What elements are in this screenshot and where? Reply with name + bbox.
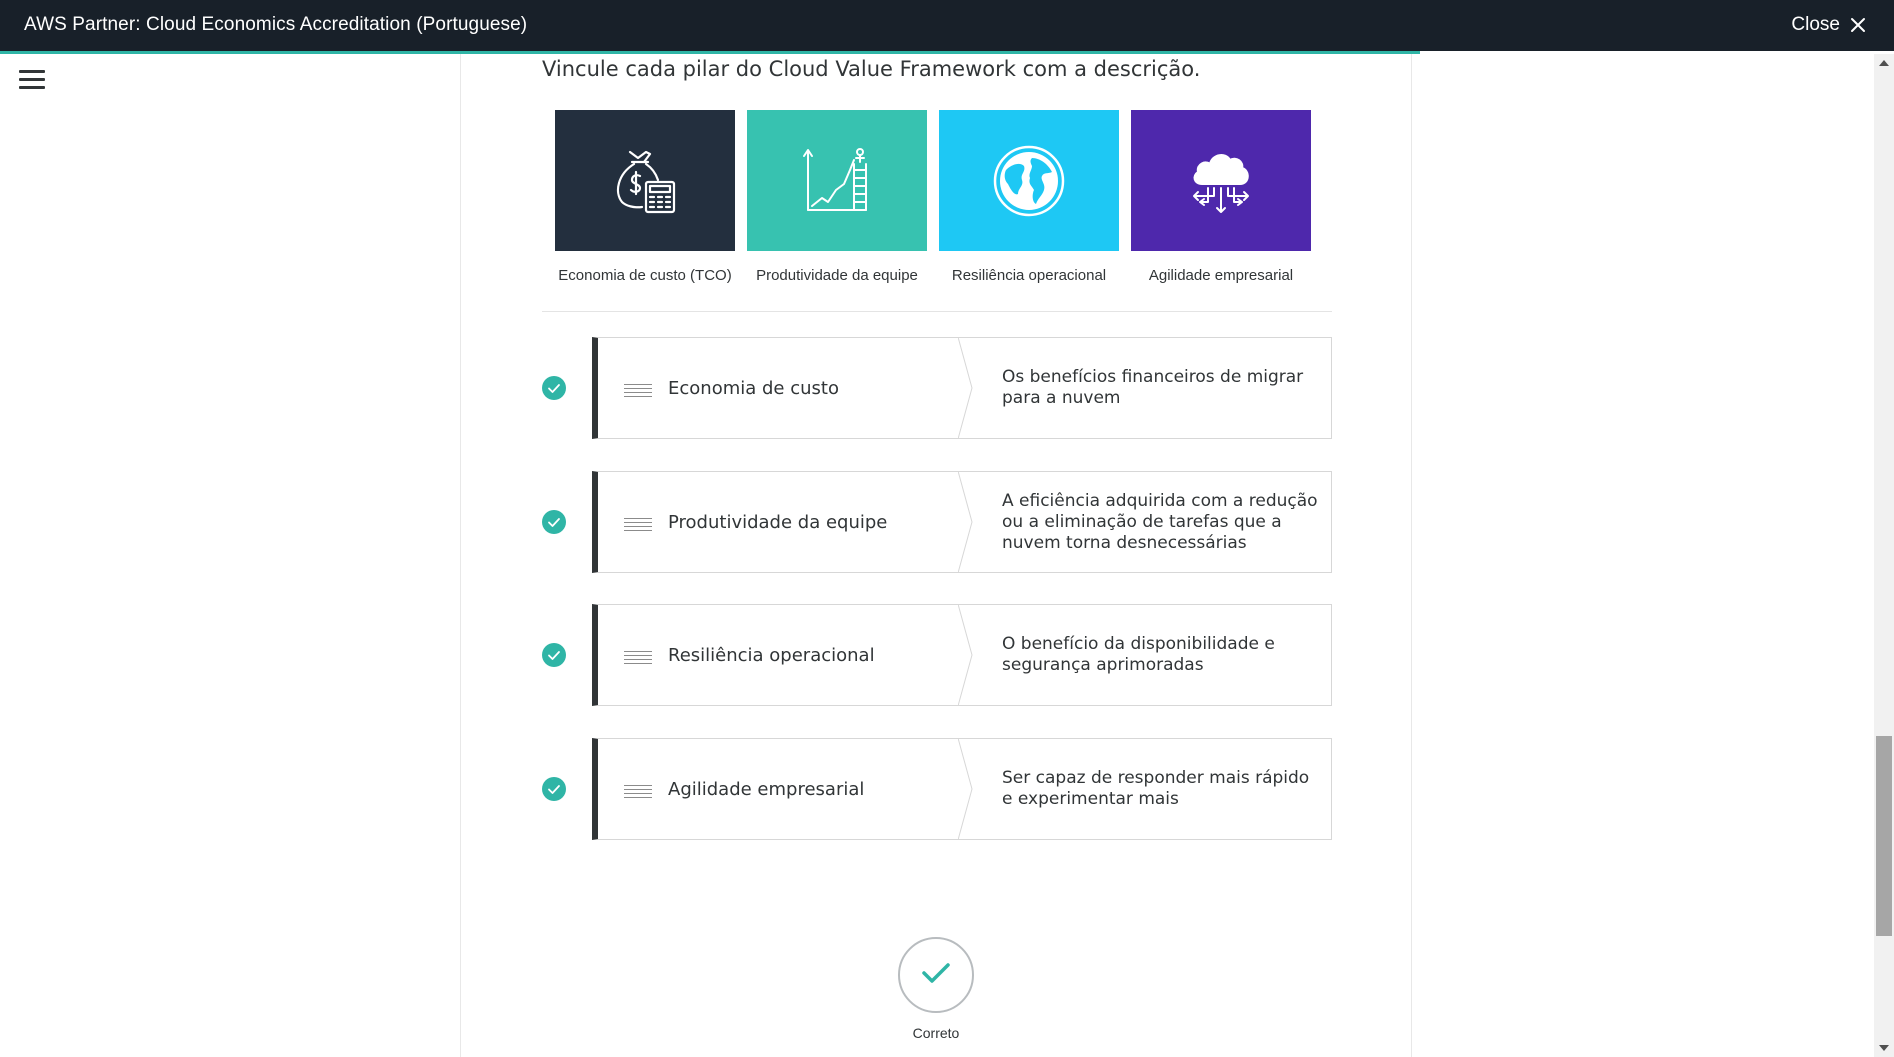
- result-indicator: Correto: [898, 937, 974, 1041]
- course-title: AWS Partner: Cloud Economics Accreditati…: [24, 14, 528, 35]
- scroll-down-icon[interactable]: [1879, 1045, 1889, 1051]
- pair-description-text: Ser capaz de responder mais rápido e exp…: [1002, 768, 1310, 809]
- pair-description: Os benefícios financeiros de migrar para…: [1002, 338, 1322, 438]
- pair-description-text: O benefício da disponibilidade e seguran…: [1002, 634, 1275, 675]
- matching-pair: Resiliência operacional O benefício da d…: [542, 604, 1332, 706]
- result-circle: [898, 937, 974, 1013]
- close-label: Close: [1791, 14, 1840, 35]
- separator-chevron: [958, 604, 973, 706]
- tile-cost-economy: Economia de custo (TCO): [555, 110, 735, 284]
- result-label: Correto: [912, 1025, 960, 1041]
- check-icon: [542, 376, 566, 400]
- pair-term: Resiliência operacional: [668, 645, 875, 666]
- money-bag-calculator-icon: [555, 110, 735, 251]
- pillar-tiles: Economia de custo (TCO) Produtividade da…: [555, 110, 1323, 284]
- scroll-up-icon[interactable]: [1879, 60, 1889, 66]
- matching-pair: Agilidade empresarial Ser capaz de respo…: [542, 738, 1332, 840]
- tile-caption: Agilidade empresarial: [1148, 267, 1294, 284]
- matching-row[interactable]: Economia de custo Os benefícios financei…: [592, 337, 1332, 439]
- check-icon: [542, 643, 566, 667]
- matching-row[interactable]: Agilidade empresarial Ser capaz de respo…: [592, 738, 1332, 840]
- lesson-card: Vincule cada pilar do Cloud Value Framew…: [460, 54, 1412, 1057]
- tile-caption: Economia de custo (TCO): [558, 267, 732, 284]
- pair-description: O benefício da disponibilidade e seguran…: [1002, 605, 1322, 705]
- drag-handle-icon[interactable]: [624, 785, 652, 801]
- cloud-network-icon: [1131, 110, 1311, 251]
- matching-pair: Produtividade da equipe A eficiência adq…: [542, 471, 1332, 573]
- pair-term: Agilidade empresarial: [668, 779, 865, 800]
- growth-chart-ladder-icon: [747, 110, 927, 251]
- tile-operational-resilience: Resiliência operacional: [939, 110, 1119, 284]
- divider: [542, 311, 1332, 312]
- close-button[interactable]: Close: [1791, 14, 1866, 36]
- scrollbar[interactable]: [1874, 54, 1894, 1057]
- separator-chevron: [958, 337, 973, 439]
- pair-description-text: A eficiência adquirida com a redução ou …: [1002, 490, 1318, 553]
- separator-chevron: [958, 471, 973, 573]
- drag-handle-icon[interactable]: [624, 651, 652, 667]
- pair-term: Produtividade da equipe: [668, 512, 888, 533]
- menu-icon[interactable]: [19, 70, 45, 90]
- matching-pair: Economia de custo Os benefícios financei…: [542, 337, 1332, 439]
- checkmark-icon: [921, 961, 951, 989]
- drag-handle-icon[interactable]: [624, 518, 652, 534]
- scrollbar-thumb[interactable]: [1876, 736, 1892, 936]
- pair-description: Ser capaz de responder mais rápido e exp…: [1002, 739, 1322, 839]
- question-text: Vincule cada pilar do Cloud Value Framew…: [542, 57, 1201, 81]
- pair-term: Economia de custo: [668, 378, 839, 399]
- check-icon: [542, 510, 566, 534]
- close-icon[interactable]: [1850, 17, 1866, 33]
- check-icon: [542, 777, 566, 801]
- pair-description-text: Os benefícios financeiros de migrar para…: [1002, 367, 1304, 408]
- matching-row[interactable]: Resiliência operacional O benefício da d…: [592, 604, 1332, 706]
- tile-team-productivity: Produtividade da equipe: [747, 110, 927, 284]
- pair-description: A eficiência adquirida com a redução ou …: [1002, 472, 1322, 572]
- top-bar: AWS Partner: Cloud Economics Accreditati…: [0, 0, 1894, 51]
- matching-row[interactable]: Produtividade da equipe A eficiência adq…: [592, 471, 1332, 573]
- drag-handle-icon[interactable]: [624, 384, 652, 400]
- tile-caption: Resiliência operacional: [951, 267, 1107, 284]
- separator-chevron: [958, 738, 973, 840]
- globe-icon: [939, 110, 1119, 251]
- tile-caption: Produtividade da equipe: [756, 267, 918, 284]
- tile-business-agility: Agilidade empresarial: [1131, 110, 1311, 284]
